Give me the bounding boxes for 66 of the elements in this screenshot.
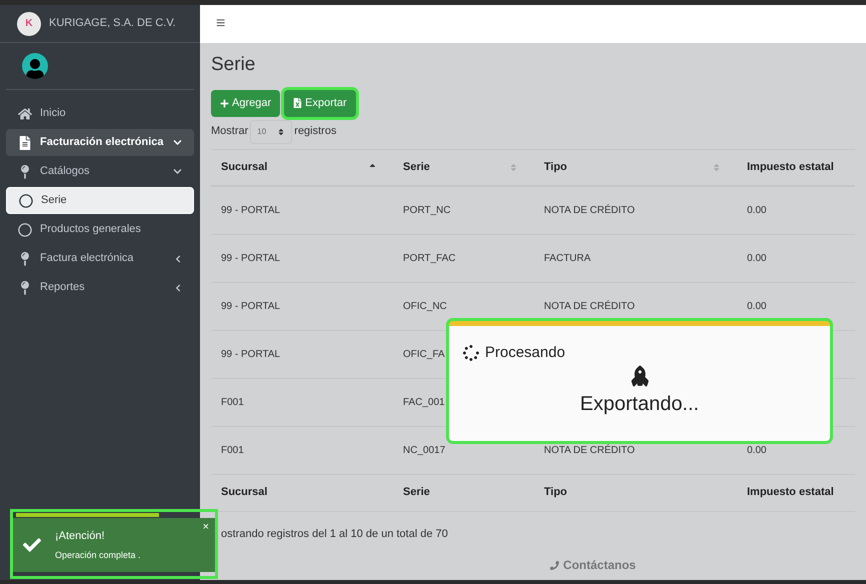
pin-icon [18,164,32,178]
column-footer: Serie [403,486,430,498]
home-icon [18,106,32,120]
table-cell: NOTA DE CRÉDITO [544,444,635,456]
table-cell: OFIC_FA [403,348,445,360]
processing-label: Procesando [485,343,566,363]
table-cell: 0.00 [747,252,766,264]
plus-icon [220,98,229,108]
table-info: ostrando registros del 1 al 10 de un total de 70 [221,526,449,542]
table-cell: FAC_001 [403,396,445,408]
table-cell: FACTURA [544,252,591,264]
table-cell: OFIC_NC [403,300,447,312]
logo: K [17,12,41,36]
chevron-down-icon [173,138,182,147]
table-cell: NOTA DE CRÉDITO [544,204,635,216]
table-cell: PORT_NC [403,204,451,216]
show-label: Mostrar [211,124,248,140]
sort-icon [277,128,286,136]
column-footer: Impuesto estatal [747,486,834,498]
table-cell: 0.00 [747,300,766,312]
sidebar-item[interactable]: Facturación electrónica [6,129,194,156]
brand-name: KURIGAGE, S.A. DE C.V. [49,16,176,32]
table-cell: F001 [221,444,244,456]
page-title: Serie [211,53,256,77]
phone-icon [550,560,560,570]
chevron-down-icon [173,167,182,176]
pin-icon [18,252,32,266]
records-label: registros [294,124,336,140]
spreadsheet-icon [293,98,302,108]
page-size-select[interactable]: 10 [250,120,292,144]
menu-toggle[interactable]: ≡ [216,12,226,36]
sidebar-item[interactable]: Inicio [6,100,194,127]
export-button[interactable]: Exportar [284,90,356,116]
sidebar-item[interactable]: Serie [6,187,194,214]
table-cell: 0.00 [747,444,766,456]
user-icon [25,59,45,79]
document-icon [18,136,32,150]
chevron-left-icon [174,284,182,292]
table-cell: 99 - PORTAL [221,252,280,264]
table-cell: 0.00 [747,204,766,216]
sidebar-item[interactable]: Productos generales [6,216,194,243]
add-button[interactable]: Agregar [211,90,280,116]
close-button[interactable]: × [202,519,209,536]
chevron-left-icon [174,254,182,262]
table-cell: NC_0017 [403,444,446,456]
column-header[interactable]: Impuesto estatal [747,158,834,176]
check-icon [23,536,41,554]
toast-message: Operación completa . [55,548,141,562]
pin-icon [18,280,32,294]
sidebar-item[interactable]: Factura electrónica [6,245,194,272]
toast-title: ¡Atención! [55,529,106,544]
spinner-icon [463,345,479,362]
sidebar-item[interactable]: Catálogos [6,158,194,185]
column-footer: Sucursal [221,486,268,498]
column-header[interactable]: Sucursal [221,158,268,176]
processing-message: Exportando... [580,392,699,416]
table-cell: F001 [221,396,244,408]
sidebar-item[interactable]: Reportes [6,274,194,301]
table-cell: PORT_FAC [403,252,456,264]
table-cell: 99 - PORTAL [221,300,280,312]
column-header[interactable]: Tipo [544,158,568,176]
table-cell: 99 - PORTAL [221,348,280,360]
table-cell: NOTA DE CRÉDITO [544,300,635,312]
table-cell: 99 - PORTAL [221,204,280,216]
column-header[interactable]: Serie [403,158,430,176]
column-footer: Tipo [544,486,568,498]
